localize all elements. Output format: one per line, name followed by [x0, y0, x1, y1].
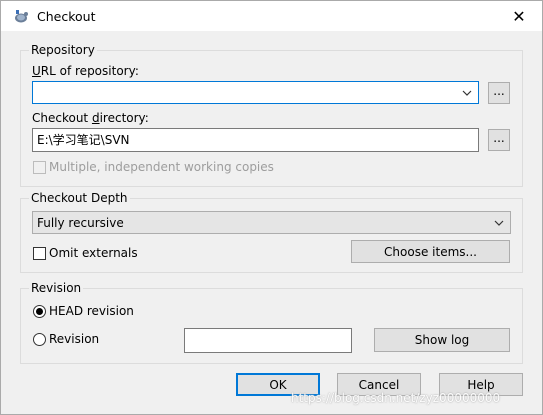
- depth-select[interactable]: Fully recursive: [32, 211, 511, 234]
- checkout-directory-input[interactable]: E:\学习笔记\SVN: [32, 128, 479, 152]
- revision-number-input[interactable]: [184, 328, 352, 353]
- depth-legend: Checkout Depth: [31, 191, 128, 205]
- chevron-down-icon[interactable]: [462, 82, 472, 103]
- multiple-working-copies-checkbox[interactable]: [33, 161, 46, 174]
- directory-browse-button[interactable]: ...: [488, 129, 510, 151]
- show-log-button[interactable]: Show log: [374, 328, 510, 352]
- watermark-text: https://blog.csdn.net/zyz00000000: [291, 391, 501, 405]
- url-label-text: RL of repository:: [40, 64, 139, 78]
- repository-legend: Repository: [31, 43, 95, 57]
- choose-items-button[interactable]: Choose items...: [351, 240, 510, 263]
- url-label: URL of repository:: [32, 64, 139, 78]
- title-bar: Checkout ✕: [1, 1, 542, 31]
- checkout-dialog: Checkout ✕ Repository URL of repository:…: [0, 0, 543, 415]
- omit-externals-label: Omit externals: [49, 246, 138, 260]
- multiple-working-copies-label: Multiple, independent working copies: [49, 160, 274, 174]
- chevron-down-icon[interactable]: [494, 212, 504, 233]
- head-revision-radio[interactable]: [33, 305, 46, 318]
- tortoisesvn-app-icon: [13, 8, 29, 24]
- omit-externals-checkbox[interactable]: [33, 247, 46, 260]
- url-browse-button[interactable]: ...: [488, 82, 510, 104]
- revision-radio[interactable]: [33, 333, 46, 346]
- revision-legend: Revision: [31, 281, 82, 295]
- depth-selected-value: Fully recursive: [37, 216, 124, 230]
- url-combobox[interactable]: [32, 81, 479, 104]
- radio-selected-dot: [36, 308, 43, 315]
- head-revision-label: HEAD revision: [49, 304, 134, 318]
- window-title: Checkout: [37, 9, 96, 24]
- close-icon[interactable]: ✕: [496, 1, 542, 31]
- directory-label: Checkout directory:: [32, 111, 149, 125]
- revision-label: Revision: [49, 332, 100, 346]
